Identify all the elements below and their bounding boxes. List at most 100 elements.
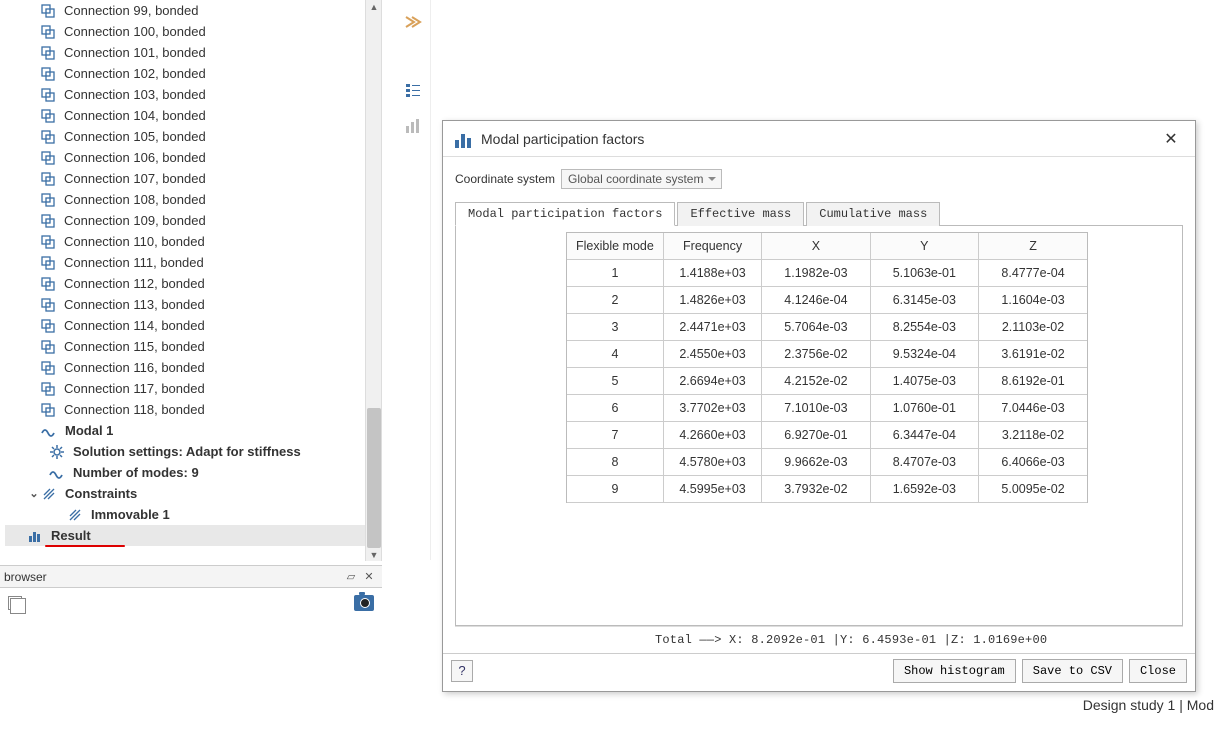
tree-scrollbar[interactable]: ▲ ▼ — [365, 0, 381, 561]
dialog-title: Modal participation factors — [481, 131, 1159, 147]
tree-item-connection[interactable]: Connection 116, bonded — [0, 357, 373, 378]
tree-item-connection[interactable]: Connection 100, bonded — [0, 21, 373, 42]
tree-item-connection[interactable]: Connection 112, bonded — [0, 273, 373, 294]
tree-item-label: Connection 114, bonded — [64, 318, 205, 333]
connection-icon — [40, 192, 56, 208]
tree-item-modal[interactable]: Modal 1 — [5, 420, 373, 441]
result-list-icon[interactable] — [399, 76, 427, 104]
table-row[interactable]: 11.4188e+031.1982e-035.1063e-018.4777e-0… — [567, 260, 1087, 287]
tree-item-label: Connection 111, bonded — [64, 255, 204, 270]
connection-icon — [40, 318, 56, 334]
tree-item-connection[interactable]: Connection 102, bonded — [0, 63, 373, 84]
table-cell: 5.7064e-03 — [762, 314, 870, 341]
table-cell: 3.6191e-02 — [979, 341, 1087, 368]
tab-effective-mass[interactable]: Effective mass — [677, 202, 804, 226]
table-row[interactable]: 74.2660e+036.9270e-016.3447e-043.2118e-0… — [567, 422, 1087, 449]
tree-item-connection[interactable]: Connection 111, bonded — [0, 252, 373, 273]
table-cell: 5 — [567, 368, 663, 395]
tab-modal-participation[interactable]: Modal participation factors — [455, 202, 675, 226]
tree-item-connection[interactable]: Connection 117, bonded — [0, 378, 373, 399]
tree-item-connection[interactable]: Connection 106, bonded — [0, 147, 373, 168]
wave-icon — [49, 465, 65, 481]
browser-panel: browser ▱ ✕ — [0, 565, 382, 618]
table-cell: 1.1604e-03 — [979, 287, 1087, 314]
tree-item-connection[interactable]: Connection 108, bonded — [0, 189, 373, 210]
show-histogram-button[interactable]: Show histogram — [893, 659, 1016, 683]
tab-cumulative-mass[interactable]: Cumulative mass — [806, 202, 940, 226]
table-row[interactable]: 84.5780e+039.9662e-038.4707e-036.4066e-0… — [567, 449, 1087, 476]
tree-item-solution-settings[interactable]: Solution settings: Adapt for stiffness — [5, 441, 373, 462]
scroll-up-icon[interactable]: ▲ — [366, 0, 382, 14]
table-header: Z — [979, 233, 1087, 260]
tree-item-label: Connection 102, bonded — [64, 66, 206, 81]
table-row[interactable]: 32.4471e+035.7064e-038.2554e-032.1103e-0… — [567, 314, 1087, 341]
modal-participation-dialog: Modal participation factors ✕ Coordinate… — [442, 120, 1196, 692]
close-panel-icon[interactable]: ✕ — [360, 569, 378, 585]
tree-item-connection[interactable]: Connection 104, bonded — [0, 105, 373, 126]
tree-item-connection[interactable]: Connection 115, bonded — [0, 336, 373, 357]
tree-item-connection[interactable]: Connection 118, bonded — [0, 399, 373, 420]
annotation-underline — [45, 545, 125, 547]
undock-icon[interactable]: ▱ — [342, 569, 360, 585]
table-cell: 1.4188e+03 — [663, 260, 761, 287]
tree-item-connection[interactable]: Connection 99, bonded — [0, 0, 373, 21]
chevron-down-icon[interactable]: ⌄ — [27, 487, 41, 500]
table-cell: 2.1103e-02 — [979, 314, 1087, 341]
table-cell: 6 — [567, 395, 663, 422]
tree-item-connection[interactable]: Connection 114, bonded — [0, 315, 373, 336]
grid-view-icon[interactable] — [8, 596, 22, 610]
modal-factors-table: Flexible modeFrequencyXYZ 11.4188e+031.1… — [567, 233, 1087, 503]
table-cell: 8.4777e-04 — [979, 260, 1087, 287]
close-dialog-icon[interactable]: ✕ — [1159, 127, 1183, 151]
tree-item-connection[interactable]: Connection 105, bonded — [0, 126, 373, 147]
table-cell: 4.5995e+03 — [663, 476, 761, 503]
tree-item-label: Connection 99, bonded — [64, 3, 198, 18]
expand-toolbar-icon[interactable] — [399, 8, 427, 36]
table-cell: 1.4075e-03 — [870, 368, 978, 395]
table-cell: 1 — [567, 260, 663, 287]
close-button[interactable]: Close — [1129, 659, 1187, 683]
tree-item-result[interactable]: Result — [5, 525, 373, 546]
tree-item-connection[interactable]: Connection 103, bonded — [0, 84, 373, 105]
table-row[interactable]: 63.7702e+037.1010e-031.0760e-017.0446e-0… — [567, 395, 1087, 422]
tree-item-label: Result — [51, 528, 91, 543]
table-cell: 2.4471e+03 — [663, 314, 761, 341]
tree-item-connection[interactable]: Connection 101, bonded — [0, 42, 373, 63]
table-header: Flexible mode — [567, 233, 663, 260]
tree-item-connection[interactable]: Connection 107, bonded — [0, 168, 373, 189]
tree-item-connection[interactable]: Connection 113, bonded — [0, 294, 373, 315]
connection-icon — [40, 297, 56, 313]
connection-icon — [40, 402, 56, 418]
bar-chart-icon — [455, 130, 473, 148]
table-row[interactable]: 94.5995e+033.7932e-021.6592e-035.0095e-0… — [567, 476, 1087, 503]
coord-system-select[interactable]: Global coordinate system — [561, 169, 722, 189]
chart-icon[interactable] — [399, 112, 427, 140]
tree-item-num-modes[interactable]: Number of modes: 9 — [5, 462, 373, 483]
tree-item-label: Connection 103, bonded — [64, 87, 206, 102]
scroll-thumb[interactable] — [367, 408, 381, 548]
model-tree-panel: Connection 99, bonded Connection 100, bon… — [0, 0, 382, 561]
tree-item-immovable[interactable]: Immovable 1 — [5, 504, 373, 525]
save-csv-button[interactable]: Save to CSV — [1022, 659, 1123, 683]
tree-item-connection[interactable]: Connection 109, bonded — [0, 210, 373, 231]
connection-icon — [40, 276, 56, 292]
table-cell: 9.9662e-03 — [762, 449, 870, 476]
camera-icon[interactable] — [354, 595, 374, 611]
tree-item-constraints[interactable]: ⌄Constraints — [5, 483, 373, 504]
table-header: Y — [870, 233, 978, 260]
scroll-down-icon[interactable]: ▼ — [366, 548, 382, 561]
table-cell: 2.3756e-02 — [762, 341, 870, 368]
help-button[interactable]: ? — [451, 660, 473, 682]
table-cell: 6.3447e-04 — [870, 422, 978, 449]
table-row[interactable]: 21.4826e+034.1246e-046.3145e-031.1604e-0… — [567, 287, 1087, 314]
table-cell: 8.2554e-03 — [870, 314, 978, 341]
table-row[interactable]: 52.6694e+034.2152e-021.4075e-038.6192e-0… — [567, 368, 1087, 395]
dialog-tabs: Modal participation factors Effective ma… — [455, 201, 1183, 226]
connection-icon — [40, 66, 56, 82]
table-row[interactable]: 42.4550e+032.3756e-029.5324e-043.6191e-0… — [567, 341, 1087, 368]
tree-item-label: Connection 116, bonded — [64, 360, 205, 375]
tree-item-connection[interactable]: Connection 110, bonded — [0, 231, 373, 252]
status-bar: Design study 1 | Mod — [1083, 695, 1214, 715]
table-cell: 6.4066e-03 — [979, 449, 1087, 476]
tree-item-label: Connection 107, bonded — [64, 171, 206, 186]
